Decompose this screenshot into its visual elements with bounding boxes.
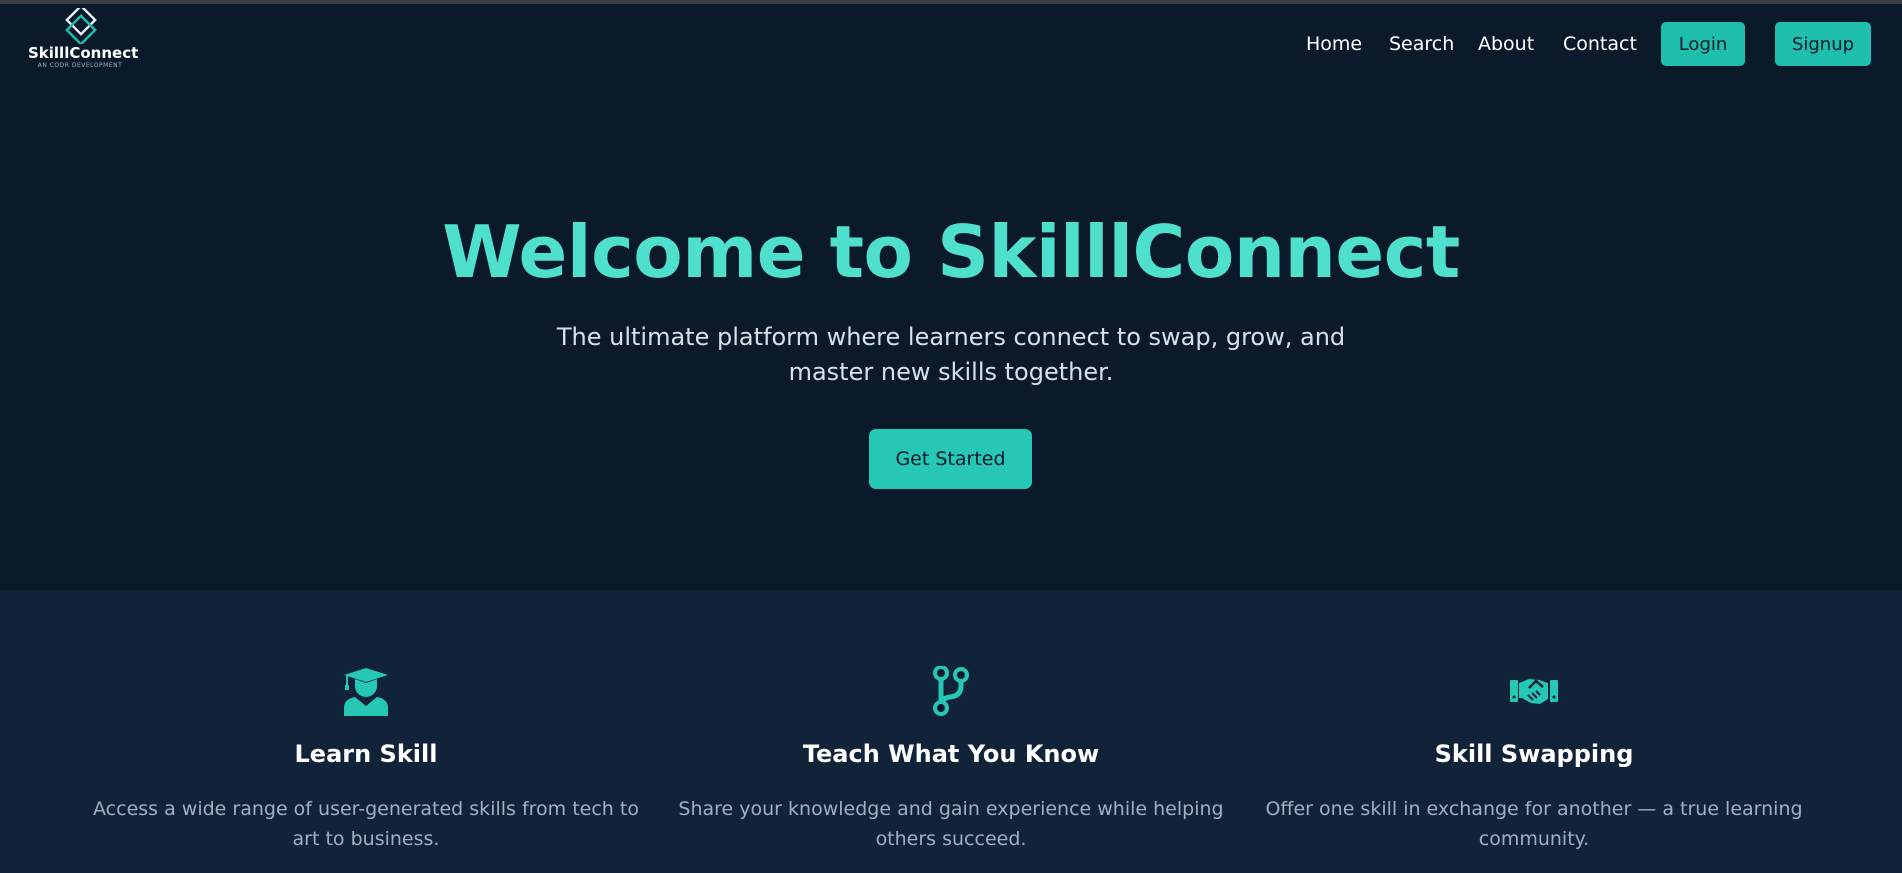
nav-link-search[interactable]: Search [1389, 33, 1454, 55]
nav-link-home[interactable]: Home [1306, 33, 1362, 55]
signup-button[interactable]: Signup [1775, 22, 1871, 66]
hero-subtitle: The ultimate platform where learners con… [556, 323, 1346, 386]
hero-section [0, 4, 1902, 590]
nav-link-contact[interactable]: Contact [1563, 33, 1637, 55]
feature-description: Share your knowledge and gain experience… [678, 798, 1224, 850]
nav-link-about[interactable]: About [1478, 33, 1534, 55]
diamond-logo-icon [65, 8, 97, 44]
get-started-button[interactable]: Get Started [869, 429, 1032, 489]
graduate-icon [344, 668, 388, 716]
feature-title: Skill Swapping [1434, 740, 1634, 768]
logo-tagline: AN CODR DEVELOPMENT [37, 62, 123, 69]
code-branch-icon [933, 666, 969, 716]
feature-description: Access a wide range of user-generated sk… [93, 798, 639, 850]
feature-title: Teach What You Know [802, 740, 1100, 768]
login-button[interactable]: Login [1661, 22, 1745, 66]
hero-title: Welcome to SkilllConnect [442, 210, 1460, 294]
handshake-icon [1510, 679, 1558, 704]
feature-description: Offer one skill in exchange for another … [1265, 798, 1803, 850]
logo-name: SkilllConnect [28, 44, 139, 62]
logo[interactable]: SkilllConnect AN CODR DEVELOPMENT [28, 8, 139, 72]
feature-title: Learn Skill [294, 740, 438, 768]
